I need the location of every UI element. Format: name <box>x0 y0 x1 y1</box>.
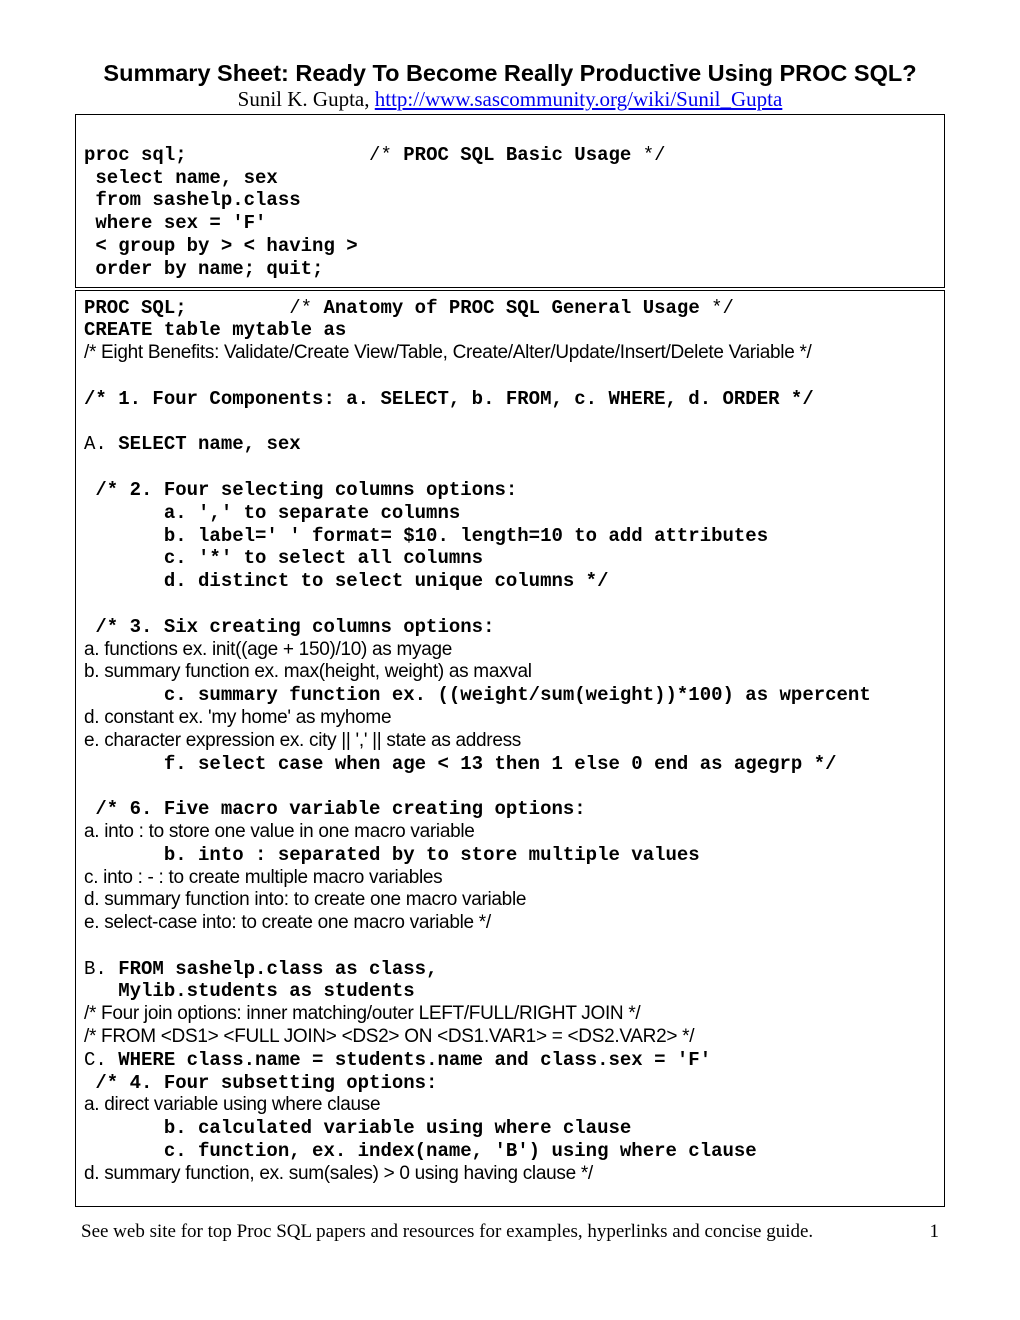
t: a. direct variable using where clause <box>84 1094 936 1117</box>
t: FROM sashelp.class as class, <box>107 958 449 980</box>
code-box-anatomy: PROC SQL; /* Anatomy of PROC SQL General… <box>75 290 945 1207</box>
t: e. character expression ex. city || ',' … <box>84 730 936 753</box>
page-footer: See web site for top Proc SQL papers and… <box>75 1221 945 1243</box>
t: */ <box>631 144 665 166</box>
t: /* Eight Benefits: Validate/Create View/… <box>84 342 936 365</box>
t: b. calculated variable using where claus… <box>84 1117 936 1140</box>
author-link[interactable]: http://www.sascommunity.org/wiki/Sunil_G… <box>375 87 783 111</box>
t: /* 2. Four selecting columns options: <box>84 479 936 502</box>
page-number: 1 <box>930 1221 940 1243</box>
t: /* 1. Four Components: a. SELECT, b. FRO… <box>84 388 936 411</box>
t: a. into : to store one value in one macr… <box>84 821 936 844</box>
t: /* 6. Five macro variable creating optio… <box>84 798 936 821</box>
t: /* FROM <DS1> <FULL JOIN> <DS2> ON <DS1.… <box>84 1026 936 1049</box>
t: Mylib.students as students <box>84 980 936 1003</box>
t: */ <box>700 297 734 319</box>
code-box-basic: proc sql; /* PROC SQL Basic Usage */ sel… <box>75 114 945 288</box>
t: /* <box>187 297 324 319</box>
t: a. functions ex. init((age + 150)/10) as… <box>84 639 936 662</box>
t: /* <box>187 144 404 166</box>
t: c. function, ex. index(name, 'B') using … <box>84 1140 936 1163</box>
t: CREATE table mytable as <box>84 319 936 342</box>
t: d. constant ex. 'my home' as myhome <box>84 707 936 730</box>
t: /* Four join options: inner matching/out… <box>84 1003 936 1026</box>
t: select name, sex <box>84 167 278 189</box>
t: < group by > < having > <box>84 235 369 257</box>
t: d. distinct to select unique columns */ <box>84 570 936 593</box>
t: from sashelp.class <box>84 189 301 211</box>
t: c. '*' to select all columns <box>84 547 936 570</box>
t: WHERE class.name = students.name and cla… <box>107 1049 711 1071</box>
t: /* 3. Six creating columns options: <box>84 616 936 639</box>
t: /* 4. Four subsetting options: <box>84 1072 936 1095</box>
t: d. summary function, ex. sum(sales) > 0 … <box>84 1163 936 1186</box>
t: c. into : - : to create multiple macro v… <box>84 867 936 890</box>
t: PROC SQL Basic Usage <box>403 144 631 166</box>
t: PROC SQL; <box>84 297 187 319</box>
t: proc sql; <box>84 144 187 166</box>
t: b. into : separated by to store multiple… <box>84 844 936 867</box>
t: b. summary function ex. max(height, weig… <box>84 661 936 684</box>
t: a. ',' to separate columns <box>84 502 936 525</box>
t: SELECT name, sex <box>107 433 301 455</box>
t: c. summary function ex. ((weight/sum(wei… <box>84 684 936 707</box>
t: f. select case when age < 13 then 1 else… <box>84 753 936 776</box>
page-title: Summary Sheet: Ready To Become Really Pr… <box>75 60 945 87</box>
t: Anatomy of PROC SQL General Usage <box>323 297 699 319</box>
t: B. <box>84 958 107 980</box>
t: e. select-case into: to create one macro… <box>84 912 936 935</box>
t: b. label=' ' format= $10. length=10 to a… <box>84 525 936 548</box>
author-name: Sunil K. Gupta, <box>238 87 375 111</box>
t: C. <box>84 1049 107 1071</box>
t: d. summary function into: to create one … <box>84 889 936 912</box>
author-line: Sunil K. Gupta, http://www.sascommunity.… <box>75 87 945 112</box>
footer-text: See web site for top Proc SQL papers and… <box>81 1221 813 1243</box>
t: where sex = 'F' <box>84 212 266 234</box>
t: A. <box>84 433 107 455</box>
t: order by name; quit; <box>84 258 323 280</box>
